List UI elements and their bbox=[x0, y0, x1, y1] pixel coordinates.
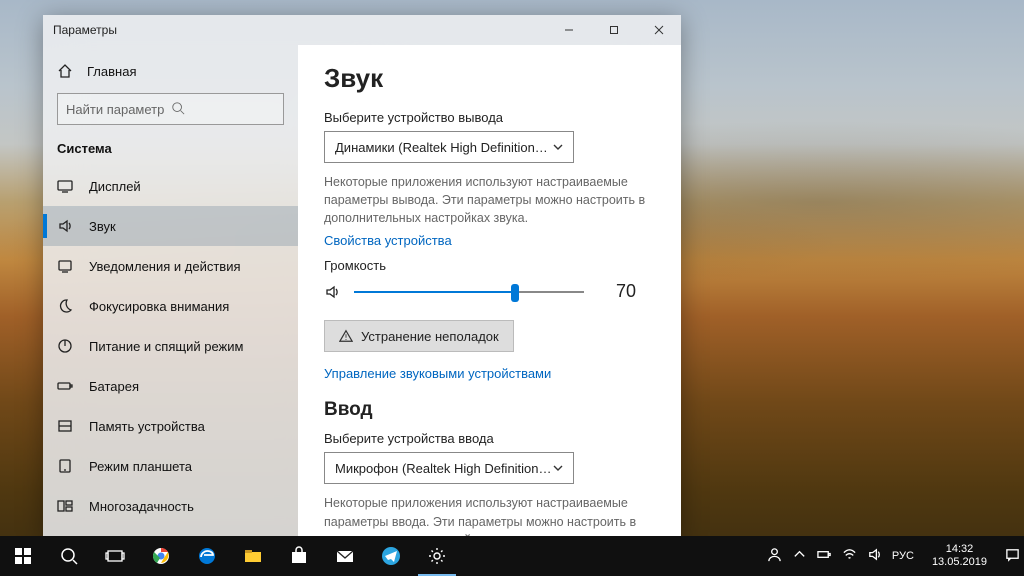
sidebar-item-label: Память устройства bbox=[89, 419, 205, 434]
taskbar-app-mail[interactable] bbox=[322, 536, 368, 576]
tray-wifi-icon[interactable] bbox=[842, 547, 857, 565]
output-device-select[interactable]: Динамики (Realtek High Definition… bbox=[324, 131, 574, 163]
sidebar-item-label: Звук bbox=[89, 219, 116, 234]
sidebar-item-label: Режим планшета bbox=[89, 459, 192, 474]
content-pane: Звук Выберите устройство вывода Динамики… bbox=[298, 45, 681, 537]
titlebar: Параметры bbox=[43, 15, 681, 45]
tray-date: 13.05.2019 bbox=[932, 556, 987, 569]
tray-action-center-icon[interactable] bbox=[1005, 547, 1020, 565]
chevron-down-icon bbox=[553, 142, 563, 152]
warning-icon bbox=[339, 329, 353, 343]
sidebar-item-tablet[interactable]: Режим планшета bbox=[43, 446, 298, 486]
manage-devices-link[interactable]: Управление звуковыми устройствами bbox=[324, 366, 655, 381]
tablet-icon bbox=[57, 458, 73, 474]
task-view-button[interactable] bbox=[92, 536, 138, 576]
sidebar-item-storage[interactable]: Память устройства bbox=[43, 406, 298, 446]
maximize-button[interactable] bbox=[591, 15, 636, 45]
device-properties-link[interactable]: Свойства устройства bbox=[324, 233, 655, 248]
notification-icon bbox=[57, 258, 73, 274]
system-tray: РУС 14:32 13.05.2019 bbox=[763, 543, 1024, 569]
minimize-button[interactable] bbox=[546, 15, 591, 45]
search-icon bbox=[171, 101, 276, 118]
input-description: Некоторые приложения используют настраив… bbox=[324, 494, 654, 537]
volume-row: 70 bbox=[324, 281, 655, 302]
sidebar-item-label: Уведомления и действия bbox=[89, 259, 241, 274]
sidebar-item-multitask[interactable]: Многозадачность bbox=[43, 486, 298, 526]
troubleshoot-label: Устранение неполадок bbox=[361, 329, 499, 344]
sidebar-item-sound[interactable]: Звук bbox=[43, 206, 298, 246]
taskbar-app-store[interactable] bbox=[276, 536, 322, 576]
tray-volume-icon[interactable] bbox=[867, 547, 882, 565]
input-device-value: Микрофон (Realtek High Definition… bbox=[335, 461, 552, 476]
page-title: Звук bbox=[324, 63, 655, 94]
home-icon bbox=[57, 63, 73, 79]
taskbar-app-settings[interactable] bbox=[414, 536, 460, 576]
sidebar-section-title: Система bbox=[43, 137, 298, 166]
volume-label: Громкость bbox=[324, 258, 655, 273]
input-device-label: Выберите устройства ввода bbox=[324, 431, 655, 446]
moon-icon bbox=[57, 298, 73, 314]
display-icon bbox=[57, 178, 73, 194]
taskbar-app-explorer[interactable] bbox=[230, 536, 276, 576]
input-device-select[interactable]: Микрофон (Realtek High Definition… bbox=[324, 452, 574, 484]
volume-value: 70 bbox=[616, 281, 636, 302]
sound-icon bbox=[57, 218, 73, 234]
input-section-title: Ввод bbox=[324, 399, 655, 421]
tray-chevron-up-icon[interactable] bbox=[792, 547, 807, 565]
speaker-icon bbox=[324, 284, 340, 300]
sidebar: Главная Найти параметр Система Дисплей З… bbox=[43, 45, 298, 537]
sidebar-item-battery[interactable]: Батарея bbox=[43, 366, 298, 406]
sidebar-home[interactable]: Главная bbox=[43, 57, 298, 85]
tray-battery-icon[interactable] bbox=[817, 547, 832, 565]
taskbar-app-telegram[interactable] bbox=[368, 536, 414, 576]
sidebar-item-label: Фокусировка внимания bbox=[89, 299, 229, 314]
sidebar-item-label: Питание и спящий режим bbox=[89, 339, 243, 354]
sidebar-item-power[interactable]: Питание и спящий режим bbox=[43, 326, 298, 366]
search-placeholder: Найти параметр bbox=[66, 102, 171, 117]
sidebar-item-label: Дисплей bbox=[89, 179, 141, 194]
sidebar-nav: Дисплей Звук Уведомления и действия Фоку… bbox=[43, 166, 298, 537]
tray-clock[interactable]: 14:32 13.05.2019 bbox=[924, 543, 995, 569]
tray-language[interactable]: РУС bbox=[892, 550, 914, 562]
tray-people-icon[interactable] bbox=[767, 547, 782, 565]
settings-window: Параметры Главная Найти параметр Система… bbox=[43, 15, 681, 537]
sidebar-item-label: Батарея bbox=[89, 379, 139, 394]
multitask-icon bbox=[57, 498, 73, 514]
sidebar-item-display[interactable]: Дисплей bbox=[43, 166, 298, 206]
taskbar: РУС 14:32 13.05.2019 bbox=[0, 536, 1024, 576]
sidebar-home-label: Главная bbox=[87, 64, 136, 79]
troubleshoot-button[interactable]: Устранение неполадок bbox=[324, 320, 514, 352]
output-device-value: Динамики (Realtek High Definition… bbox=[335, 140, 548, 155]
taskbar-app-edge[interactable] bbox=[184, 536, 230, 576]
sidebar-item-notifications[interactable]: Уведомления и действия bbox=[43, 246, 298, 286]
window-title: Параметры bbox=[53, 23, 117, 37]
sidebar-item-label: Многозадачность bbox=[89, 499, 194, 514]
close-button[interactable] bbox=[636, 15, 681, 45]
tray-time: 14:32 bbox=[932, 543, 987, 556]
volume-slider[interactable] bbox=[354, 282, 584, 302]
battery-icon bbox=[57, 378, 73, 394]
output-description: Некоторые приложения используют настраив… bbox=[324, 173, 654, 227]
sidebar-item-focus[interactable]: Фокусировка внимания bbox=[43, 286, 298, 326]
start-button[interactable] bbox=[0, 536, 46, 576]
chevron-down-icon bbox=[553, 463, 563, 473]
storage-icon bbox=[57, 418, 73, 434]
power-icon bbox=[57, 338, 73, 354]
search-button[interactable] bbox=[46, 536, 92, 576]
output-device-label: Выберите устройство вывода bbox=[324, 110, 655, 125]
taskbar-app-chrome[interactable] bbox=[138, 536, 184, 576]
search-input[interactable]: Найти параметр bbox=[57, 93, 284, 125]
